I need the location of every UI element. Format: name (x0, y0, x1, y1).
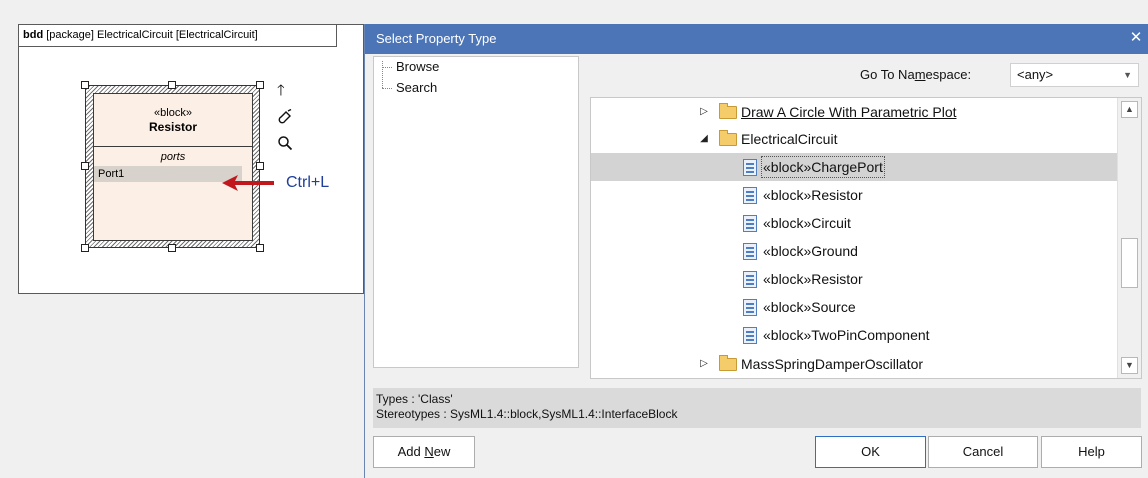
namespace-select[interactable]: <any> ▼ (1010, 63, 1139, 87)
tree-node-label: «block»Ground (763, 243, 858, 259)
tree-node-class[interactable]: «block»Resistor (591, 181, 1117, 209)
tree-node-label: ElectricalCircuit (741, 131, 838, 147)
diagram-frame-header: bdd [package] ElectricalCircuit [Electri… (19, 25, 337, 47)
resize-handle[interactable] (168, 81, 176, 89)
resize-handle[interactable] (81, 81, 89, 89)
scroll-down-icon[interactable]: ▼ (1121, 357, 1138, 374)
resistor-block[interactable]: «block» Resistor ports Port1 (93, 93, 253, 241)
add-new-button[interactable]: Add New (373, 436, 475, 468)
tree-node-label: «block»ChargePort (761, 156, 885, 178)
resize-handle[interactable] (256, 244, 264, 252)
tree-node-label: «block»TwoPinComponent (763, 327, 930, 343)
scroll-thumb[interactable] (1121, 238, 1138, 288)
tree-node-label: «block»Resistor (763, 271, 863, 287)
resize-handle[interactable] (256, 162, 264, 170)
class-element-icon (743, 271, 757, 288)
class-element-icon (743, 243, 757, 260)
expand-arrow-icon[interactable]: ▷ (698, 350, 710, 378)
paint-brush-icon[interactable] (277, 108, 293, 128)
block-header: «block» Resistor (94, 94, 252, 147)
info-types: Types : 'Class' (376, 392, 453, 406)
package-browser-tree[interactable]: ▷ Draw A Circle With Parametric Plot ◢ E… (590, 97, 1142, 379)
red-arrow-icon (222, 175, 274, 191)
mode-tree: Browse Search (373, 56, 579, 368)
class-element-icon (743, 187, 757, 204)
tree-node-label: «block»Circuit (763, 215, 851, 231)
class-element-icon (743, 327, 757, 344)
tree-scrollbar[interactable]: ▲ ▼ (1117, 98, 1141, 378)
tree-node-folder[interactable]: ▷ Draw A Circle With Parametric Plot (591, 98, 1117, 126)
tree-node-label: «block»Resistor (763, 187, 863, 203)
cancel-button[interactable]: Cancel (928, 436, 1038, 468)
class-element-icon (743, 159, 757, 176)
tree-node-label: «block»Source (763, 299, 856, 315)
resize-handle[interactable] (256, 81, 264, 89)
class-element-icon (743, 215, 757, 232)
quicklinker-arrow-icon[interactable]: 🡑 (277, 83, 285, 98)
resize-handle[interactable] (168, 244, 176, 252)
select-property-type-dialog: Select Property Type ✕ Browse Search Go … (364, 24, 1148, 478)
info-stereotypes: Stereotypes : SysML1.4::block,SysML1.4::… (376, 407, 678, 421)
port-item[interactable]: Port1 (94, 166, 242, 182)
resize-handle[interactable] (81, 162, 89, 170)
ports-compartment-label: ports (160, 151, 186, 163)
scroll-up-icon[interactable]: ▲ (1121, 101, 1138, 118)
tree-node-label: Draw A Circle With Parametric Plot (741, 104, 957, 120)
tree-node-label: MassSpringDamperOscillator (741, 356, 924, 372)
help-button[interactable]: Help (1041, 436, 1142, 468)
close-icon[interactable]: ✕ (1127, 24, 1145, 54)
tree-node-class[interactable]: «block»Resistor (591, 265, 1117, 293)
folder-icon (719, 130, 737, 146)
nav-item-browse[interactable]: Browse (382, 57, 439, 77)
class-element-icon (743, 299, 757, 316)
dialog-title: Select Property Type (376, 31, 497, 46)
namespace-selected-value: <any> (1017, 67, 1054, 82)
nav-item-search[interactable]: Search (382, 78, 437, 98)
namespace-label: Go To Namespace: (860, 67, 972, 82)
folder-icon (719, 103, 737, 119)
collapse-arrow-icon[interactable]: ◢ (698, 125, 710, 153)
ok-button[interactable]: OK (815, 436, 926, 468)
tree-node-class[interactable]: «block»TwoPinComponent (591, 321, 1117, 349)
diagram-kind-label: bdd (23, 29, 44, 41)
folder-icon (719, 355, 737, 371)
tree-node-class[interactable]: «block»Circuit (591, 209, 1117, 237)
expand-arrow-icon[interactable]: ▷ (698, 98, 710, 126)
tree-node-class[interactable]: «block»Source (591, 293, 1117, 321)
chevron-down-icon: ▼ (1123, 70, 1132, 80)
type-info-panel: Types : 'Class' Stereotypes : SysML1.4::… (373, 388, 1141, 428)
diagram-canvas[interactable]: bdd [package] ElectricalCircuit [Electri… (18, 24, 364, 294)
resize-handle[interactable] (81, 244, 89, 252)
tree-node-class[interactable]: «block»Ground (591, 237, 1117, 265)
tree-node-folder[interactable]: ▷ MassSpringDamperOscillator (591, 350, 1117, 378)
shortcut-label: Ctrl+L (286, 174, 330, 191)
diagram-frame-title: [package] ElectricalCircuit [ElectricalC… (43, 29, 258, 41)
block-stereotype: «block» (154, 107, 192, 119)
block-name: Resistor (148, 120, 198, 134)
tree-node-class-selected[interactable]: «block»ChargePort (591, 153, 1117, 181)
tree-node-folder[interactable]: ◢ ElectricalCircuit (591, 125, 1117, 153)
magnifier-icon[interactable] (277, 135, 293, 154)
dialog-titlebar[interactable]: Select Property Type ✕ (365, 24, 1148, 54)
